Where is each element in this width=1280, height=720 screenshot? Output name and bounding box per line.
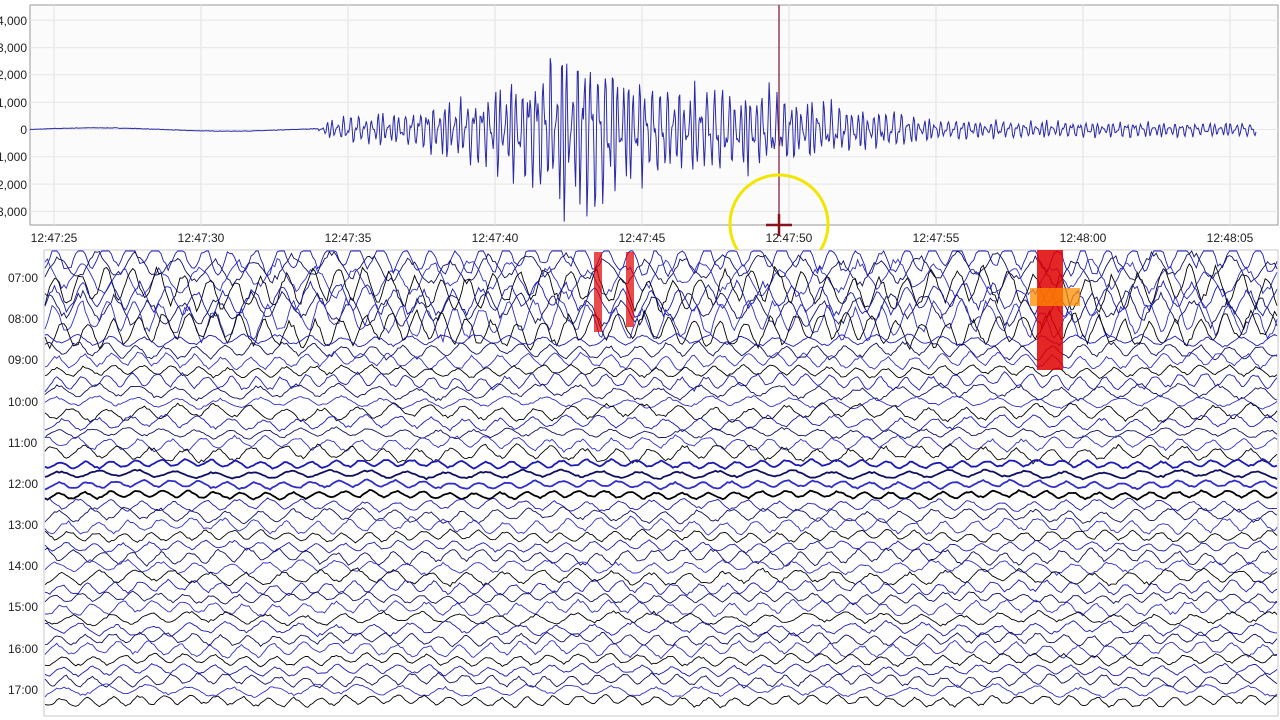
hour-label: 07:00 <box>8 271 38 285</box>
hour-label: 12:00 <box>8 477 38 491</box>
y-tick-label: -3,000 <box>0 205 27 219</box>
hour-label: 14:00 <box>8 559 38 573</box>
x-tick-label: 12:47:35 <box>325 231 372 245</box>
top-seismogram-panel: 4,000 3,000 2,000 1,000 0 -1,000 -2,000 … <box>0 0 1280 275</box>
x-tick-label: 12:47:45 <box>619 231 666 245</box>
hour-label: 11:00 <box>8 436 37 450</box>
x-tick-label: 12:47:55 <box>913 231 960 245</box>
x-tick-label: 12:47:30 <box>178 231 225 245</box>
hour-label: 15:00 <box>8 600 38 614</box>
x-tick-label: 12:47:50 <box>766 231 813 245</box>
y-tick-label: 3,000 <box>0 41 27 55</box>
event-marker-red <box>626 252 634 327</box>
event-marker-orange <box>1030 288 1080 306</box>
hour-label: 13:00 <box>8 518 38 532</box>
y-tick-label: -1,000 <box>0 150 27 164</box>
event-marker-red <box>1037 250 1063 370</box>
x-tick-label: 12:47:40 <box>472 231 519 245</box>
hour-label: 10:00 <box>8 395 38 409</box>
top-plot-area[interactable] <box>29 4 1279 226</box>
event-marker-red <box>594 252 602 332</box>
y-tick-label: 2,000 <box>0 68 27 82</box>
hour-label: 17:00 <box>8 683 38 697</box>
x-tick-label: 12:48:00 <box>1060 231 1107 245</box>
y-tick-label: 4,000 <box>0 14 27 28</box>
x-tick-label: 12:48:05 <box>1207 231 1254 245</box>
hour-label: 16:00 <box>8 642 38 656</box>
y-tick-label: 1,000 <box>0 96 27 110</box>
helicorder-hour-labels: 07:00 08:00 09:00 10:00 11:00 12:00 13:0… <box>8 271 38 697</box>
hour-label: 08:00 <box>8 312 38 326</box>
y-tick-label: 0 <box>20 123 27 137</box>
helicorder-panel: 07:00 08:00 09:00 10:00 11:00 12:00 13:0… <box>8 249 1279 717</box>
hour-label: 09:00 <box>8 353 38 367</box>
x-tick-label: 12:47:25 <box>31 231 78 245</box>
seismogram-screen: 4,000 3,000 2,000 1,000 0 -1,000 -2,000 … <box>0 0 1280 720</box>
y-tick-label: -2,000 <box>0 178 27 192</box>
top-x-axis: 12:47:25 12:47:30 12:47:35 12:47:40 12:4… <box>31 231 1254 245</box>
